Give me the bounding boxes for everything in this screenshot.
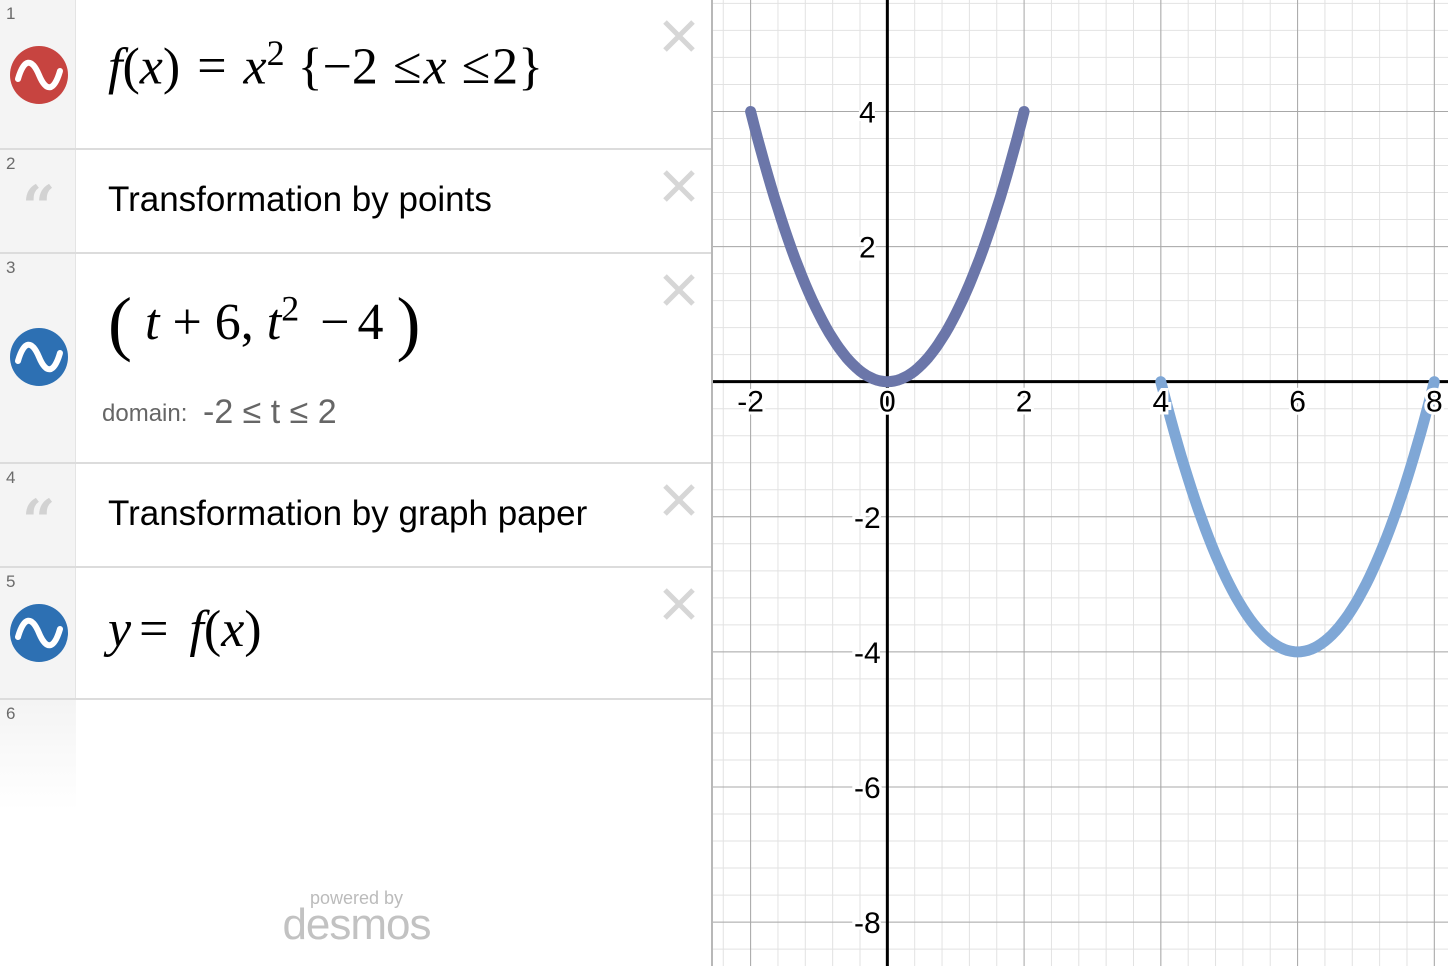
row-gutter: 1 (0, 0, 76, 148)
expression-list: 1 f(x) = x2 {−2 ≤x ≤2} 2 “ Transformatio… (0, 0, 713, 966)
note-row-4[interactable]: 4 “ Transformation by graph paper (0, 464, 711, 568)
domain-label: domain: (102, 400, 188, 427)
graph-paper[interactable]: -2-2 00 22 44 66 884422-2-2-4-4-6-6-8-8 (713, 0, 1448, 966)
y-tick-label: -4 (854, 637, 881, 670)
desmos-logo[interactable]: desmos (0, 900, 713, 950)
delete-expression-close-icon[interactable] (661, 586, 697, 622)
row-gutter: 3 (0, 254, 76, 462)
x-tick-label: -2 (737, 386, 764, 419)
row-number: 4 (6, 468, 16, 487)
delete-expression-close-icon[interactable] (661, 18, 697, 54)
row-gutter: 4 “ (0, 464, 76, 566)
row-gutter: 6 (0, 700, 76, 810)
x-tick-label: 6 (1289, 386, 1306, 419)
domain-value[interactable]: -2 ≤ t ≤ 2 (203, 393, 337, 432)
note-text[interactable]: Transformation by graph paper (108, 494, 587, 534)
expression-math[interactable]: y = f(x) (108, 600, 262, 659)
row-number: 3 (6, 258, 16, 277)
expression-row-3[interactable]: 3 ( t + 6, t2 −4 ) domain: -2 ≤ t ≤ 2 (0, 254, 711, 464)
expression-row-1[interactable]: 1 f(x) = x2 {−2 ≤x ≤2} (0, 0, 711, 150)
row-gutter: 2 “ (0, 150, 76, 252)
x-tick-label: 0 (879, 386, 896, 419)
y-tick-label: -2 (854, 502, 881, 535)
y-tick-label: 2 (859, 232, 876, 265)
x-tick-label: 8 (1426, 386, 1443, 419)
note-text[interactable]: Transformation by points (108, 180, 492, 220)
y-tick-label: -8 (854, 907, 881, 940)
expression-math[interactable]: f(x) = x2 {−2 ≤x ≤2} (108, 32, 543, 96)
row-number: 5 (6, 572, 16, 591)
delete-note-close-icon[interactable] (661, 482, 697, 518)
row-number: 1 (6, 4, 16, 23)
row-number: 2 (6, 154, 16, 173)
graph-toggle-wave-icon[interactable] (10, 328, 68, 386)
delete-expression-close-icon[interactable] (661, 272, 697, 308)
row-number: 6 (6, 704, 16, 723)
row-gutter: 5 (0, 568, 76, 698)
x-tick-label: 4 (1152, 386, 1169, 419)
y-tick-label: -6 (854, 772, 881, 805)
x-tick-label: 2 (1016, 386, 1033, 419)
y-tick-label: 4 (859, 96, 876, 129)
note-quote-icon: “ (22, 487, 56, 555)
graph-toggle-wave-icon[interactable] (10, 604, 68, 662)
expression-math[interactable]: ( t + 6, t2 −4 ) (108, 282, 421, 365)
expression-row-5[interactable]: 5 y = f(x) (0, 568, 711, 700)
note-quote-icon: “ (22, 173, 56, 241)
empty-expression-row-6[interactable]: 6 (0, 700, 711, 810)
delete-note-close-icon[interactable] (661, 168, 697, 204)
graph-toggle-wave-icon[interactable] (10, 46, 68, 104)
note-row-2[interactable]: 2 “ Transformation by points (0, 150, 711, 254)
